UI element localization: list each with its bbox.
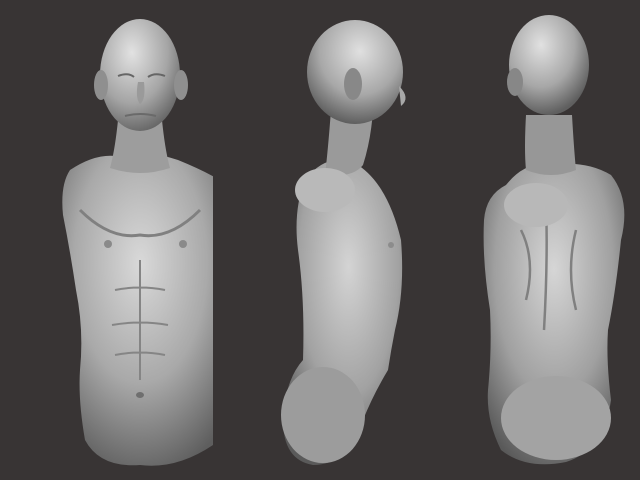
front-torso [62, 154, 213, 466]
render-canvas [0, 0, 640, 480]
bust-side-illustration [281, 20, 406, 465]
front-ear-right [174, 70, 188, 100]
back-buttocks [501, 376, 611, 460]
front-navel [136, 392, 144, 398]
bust-front-illustration [62, 19, 213, 466]
front-ear-left [94, 70, 108, 100]
back-ear [507, 68, 523, 96]
side-ear [344, 68, 362, 100]
back-neck [525, 115, 576, 175]
bust-side-view [213, 0, 426, 480]
bust-back-view [426, 0, 639, 480]
bust-back-illustration [483, 15, 625, 465]
side-hip [281, 367, 365, 463]
bust-front-view [0, 0, 213, 480]
side-nose [399, 86, 406, 106]
back-head [509, 15, 589, 115]
